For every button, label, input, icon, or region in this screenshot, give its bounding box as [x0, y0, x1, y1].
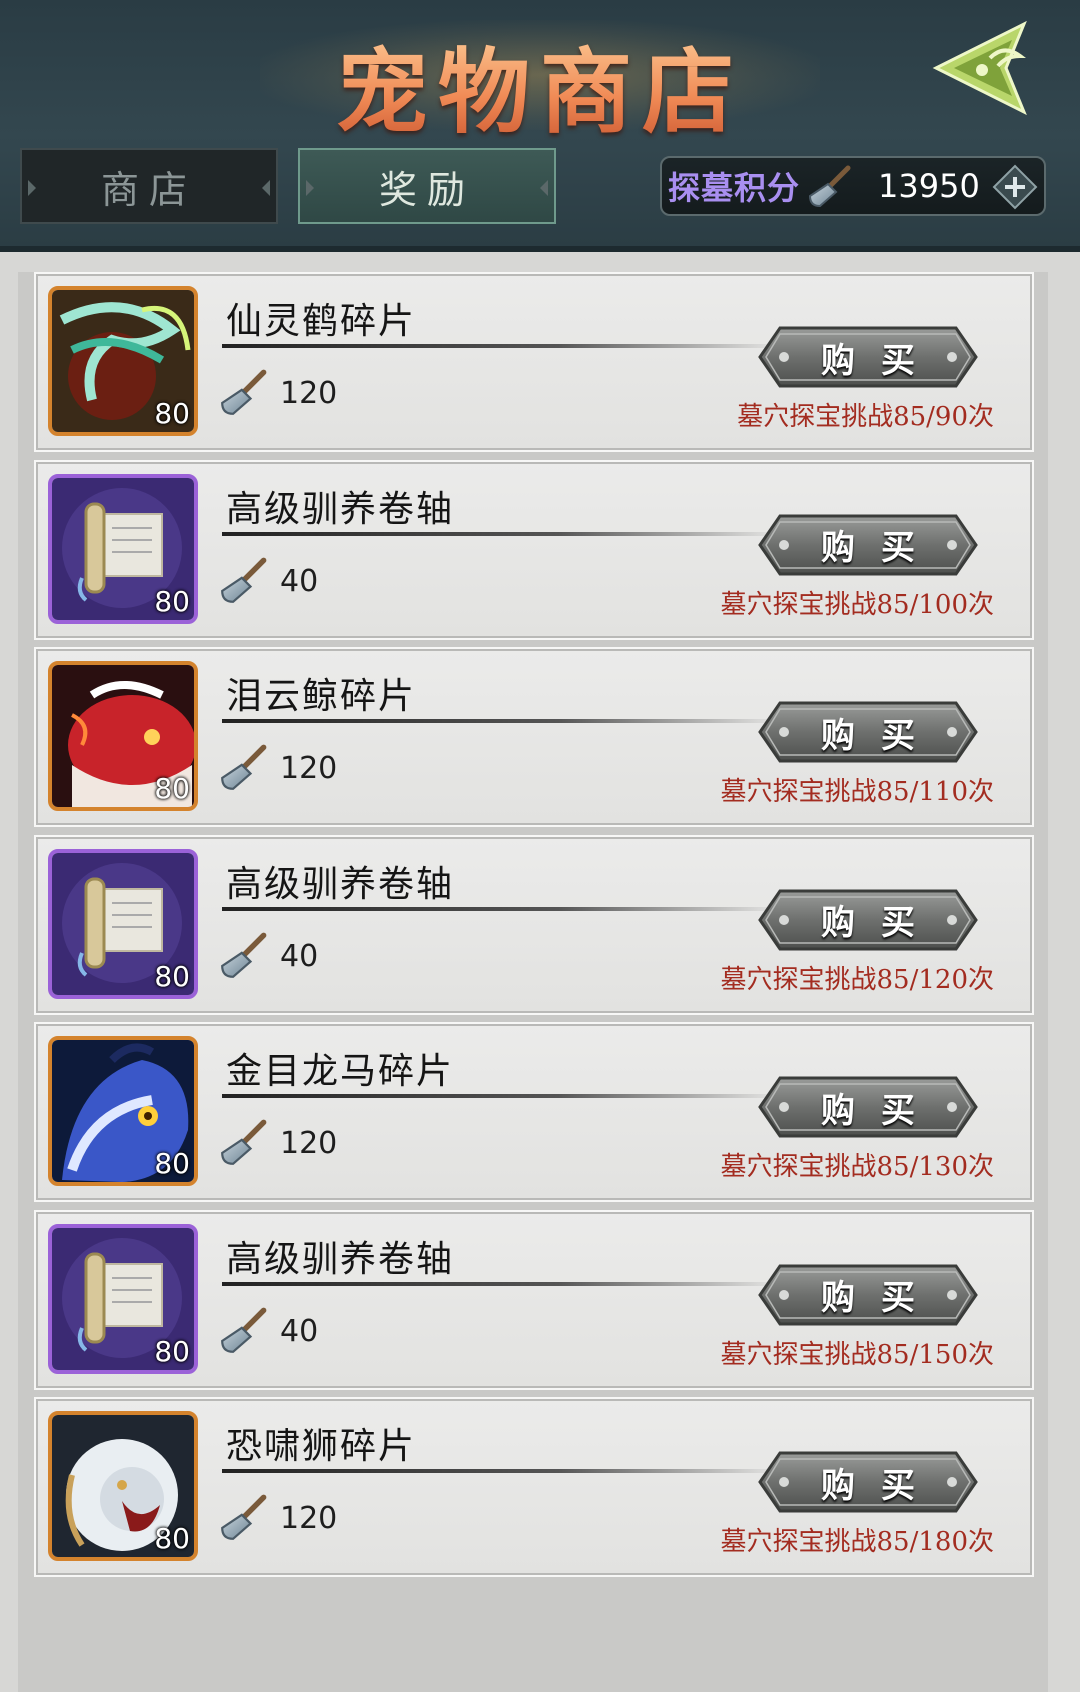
buy-button-label: 购买	[821, 715, 941, 756]
buy-button[interactable]: 购买	[758, 701, 978, 763]
item-divider	[222, 1281, 782, 1286]
purchase-requirement: 墓穴探宝挑战85/100次	[720, 589, 994, 620]
shovel-icon	[221, 1307, 267, 1353]
page-title: 宠物商店	[330, 18, 750, 151]
shovel-icon	[221, 1119, 267, 1165]
buy-button[interactable]: 购买	[758, 1076, 978, 1138]
item-count: 80	[154, 959, 190, 993]
item-name: 高级驯养卷轴	[226, 488, 455, 530]
buy-button[interactable]: 购买	[758, 514, 978, 576]
purchase-requirement: 墓穴探宝挑战85/120次	[720, 964, 994, 995]
item-name: 高级驯养卷轴	[226, 863, 455, 905]
item-cost: 40	[280, 563, 319, 599]
purchase-requirement: 墓穴探宝挑战85/130次	[720, 1152, 994, 1182]
list-item: 80 高级驯养卷轴 40 购买 墓穴探宝挑战85/100次	[34, 459, 1034, 640]
shovel-icon	[809, 165, 851, 208]
item-thumbnail[interactable]: 80	[48, 286, 198, 436]
list-item: 80 仙灵鹤碎片 120 购买 墓穴探宝挑战85/90次	[34, 272, 1034, 452]
tab-left-marker	[28, 180, 36, 196]
shovel-icon	[221, 932, 267, 978]
item-name: 恐啸狮碎片	[226, 1426, 417, 1467]
tab-right-marker	[540, 180, 548, 196]
item-count: 80	[154, 1147, 190, 1180]
purchase-requirement: 墓穴探宝挑战85/110次	[720, 777, 994, 807]
list-item: 80 恐啸狮碎片 120 购买 墓穴探宝挑战85/180次	[34, 1397, 1034, 1577]
item-cost: 120	[280, 1501, 338, 1536]
item-divider	[222, 1469, 782, 1473]
points-value: 13950	[878, 167, 980, 205]
back-button[interactable]	[932, 18, 1050, 118]
buy-button-label: 购买	[821, 1278, 941, 1318]
plus-icon	[992, 164, 1038, 210]
buy-button-label: 购买	[821, 340, 941, 381]
item-name: 金目龙马碎片	[226, 1051, 455, 1092]
list-item: 80 金目龙马碎片 120 购买 墓穴探宝挑战85/130次	[34, 1022, 1034, 1202]
item-cost: 120	[280, 1126, 338, 1161]
buy-button[interactable]: 购买	[758, 889, 978, 951]
buy-button-label: 购买	[821, 903, 941, 943]
item-count: 80	[154, 1522, 190, 1555]
shop-list[interactable]: 80 仙灵鹤碎片 120 购买 墓穴探宝挑战85/90次 80 高级驯养卷轴 4…	[18, 272, 1048, 1692]
item-cost: 120	[280, 751, 338, 786]
buy-button-label: 购买	[821, 1090, 941, 1131]
shovel-icon	[221, 1494, 267, 1540]
tab-left-marker	[306, 180, 314, 196]
list-item: 80 泪云鲸碎片 120 购买 墓穴探宝挑战85/110次	[34, 647, 1034, 827]
item-thumbnail[interactable]: 80	[48, 473, 198, 624]
tab-reward-label: 奖励	[378, 167, 475, 212]
item-divider	[222, 344, 782, 348]
header-bar: 宠物商店 商店 奖励 探墓积分 13950	[0, 0, 1080, 252]
buy-button[interactable]: 购买	[758, 1264, 978, 1326]
item-count: 80	[154, 772, 190, 805]
tab-reward[interactable]: 奖励	[298, 148, 556, 224]
back-arrow-icon	[932, 20, 1027, 116]
buy-button[interactable]: 购买	[758, 1451, 978, 1513]
item-name: 泪云鲸碎片	[226, 676, 417, 717]
item-divider	[222, 719, 782, 723]
item-thumbnail[interactable]: 80	[48, 1036, 198, 1186]
shovel-icon	[221, 557, 267, 603]
item-thumbnail[interactable]: 80	[48, 661, 198, 811]
item-count: 80	[154, 584, 190, 618]
buy-button-label: 购买	[821, 1465, 941, 1506]
purchase-requirement: 墓穴探宝挑战85/150次	[720, 1339, 994, 1370]
item-cost: 40	[280, 1313, 319, 1349]
buy-button-label: 购买	[821, 528, 941, 568]
item-divider	[222, 906, 782, 911]
shovel-icon	[221, 369, 267, 415]
item-divider	[222, 531, 782, 536]
purchase-requirement: 墓穴探宝挑战85/90次	[737, 402, 994, 432]
points-display: 探墓积分 13950	[660, 156, 1046, 216]
list-item: 80 高级驯养卷轴 40 购买 墓穴探宝挑战85/120次	[34, 834, 1034, 1015]
item-thumbnail[interactable]: 80	[48, 1411, 198, 1561]
item-cost: 120	[280, 376, 338, 411]
purchase-requirement: 墓穴探宝挑战85/180次	[720, 1527, 994, 1557]
buy-button[interactable]: 购买	[758, 326, 978, 388]
item-divider	[222, 1094, 782, 1098]
item-name: 高级驯养卷轴	[226, 1238, 455, 1280]
tab-shop-label: 商店	[100, 167, 197, 212]
item-name: 仙灵鹤碎片	[226, 301, 417, 342]
shovel-icon	[221, 744, 267, 790]
item-count: 80	[154, 1334, 190, 1368]
tab-right-marker	[262, 180, 270, 196]
list-item: 80 高级驯养卷轴 40 购买 墓穴探宝挑战85/150次	[34, 1209, 1034, 1390]
add-points-button[interactable]	[992, 164, 1038, 210]
item-count: 80	[154, 397, 190, 430]
item-thumbnail[interactable]: 80	[48, 1223, 198, 1374]
item-thumbnail[interactable]: 80	[48, 848, 198, 999]
tab-shop[interactable]: 商店	[20, 148, 278, 224]
points-label: 探墓积分	[668, 169, 801, 207]
item-cost: 40	[280, 938, 319, 974]
